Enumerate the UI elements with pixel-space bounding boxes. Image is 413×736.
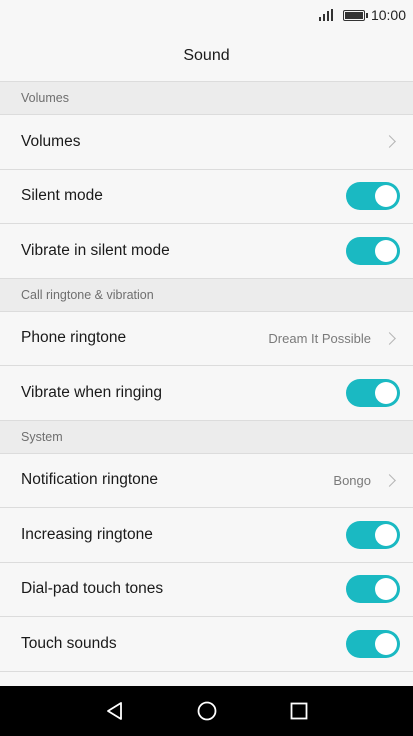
row-touch-sounds[interactable]: Touch sounds [0,617,413,672]
signal-icon [318,9,333,21]
status-time: 10:00 [370,7,406,23]
row-label: Dial-pad touch tones [21,580,164,598]
row-increasing-ringtone[interactable]: Increasing ringtone [0,508,413,563]
row-vibrate-ringing[interactable]: Vibrate when ringing [0,366,413,421]
dialpad-tones-toggle[interactable] [346,575,400,604]
row-label: Notification ringtone [21,471,158,489]
chevron-right-icon [383,473,396,487]
row-label: Increasing ringtone [21,525,153,543]
section-header-call-ringtone: Call ringtone & vibration [0,278,413,312]
silent-mode-toggle[interactable] [346,182,400,211]
app-bar: Sound [0,30,413,82]
recents-icon[interactable] [287,699,311,723]
section-header-volumes: Volumes [0,82,413,115]
settings-list: Volumes Volumes Silent mode Vibrate in s… [0,82,413,672]
vibrate-silent-toggle[interactable] [346,236,400,265]
row-dialpad-tones[interactable]: Dial-pad touch tones [0,562,413,617]
chevron-right-icon [383,135,396,149]
row-phone-ringtone[interactable]: Phone ringtone Dream It Possible [0,311,413,366]
row-label: Vibrate in silent mode [21,241,170,259]
status-bar: 10:00 [0,0,413,30]
navigation-bar [0,686,413,736]
row-label: Vibrate when ringing [21,383,163,401]
row-silent-mode[interactable]: Silent mode [0,169,413,224]
section-header-system: System [0,420,413,454]
row-vibrate-silent[interactable]: Vibrate in silent mode [0,224,413,279]
row-value: Dream It Possible [268,330,371,346]
home-icon[interactable] [195,699,219,723]
row-volumes[interactable]: Volumes [0,115,413,170]
row-notification-ringtone[interactable]: Notification ringtone Bongo [0,453,413,508]
row-label: Silent mode [21,187,103,205]
row-label: Phone ringtone [21,329,127,347]
back-icon[interactable] [103,699,127,723]
battery-icon [342,9,368,21]
touch-sounds-toggle[interactable] [346,629,400,658]
increasing-ringtone-toggle[interactable] [346,520,400,549]
row-value: Bongo [333,472,371,488]
row-label: Touch sounds [21,634,117,652]
row-label: Volumes [21,132,81,150]
chevron-right-icon [383,331,396,345]
page-title: Sound [183,46,230,64]
vibrate-ringing-toggle[interactable] [346,378,400,407]
